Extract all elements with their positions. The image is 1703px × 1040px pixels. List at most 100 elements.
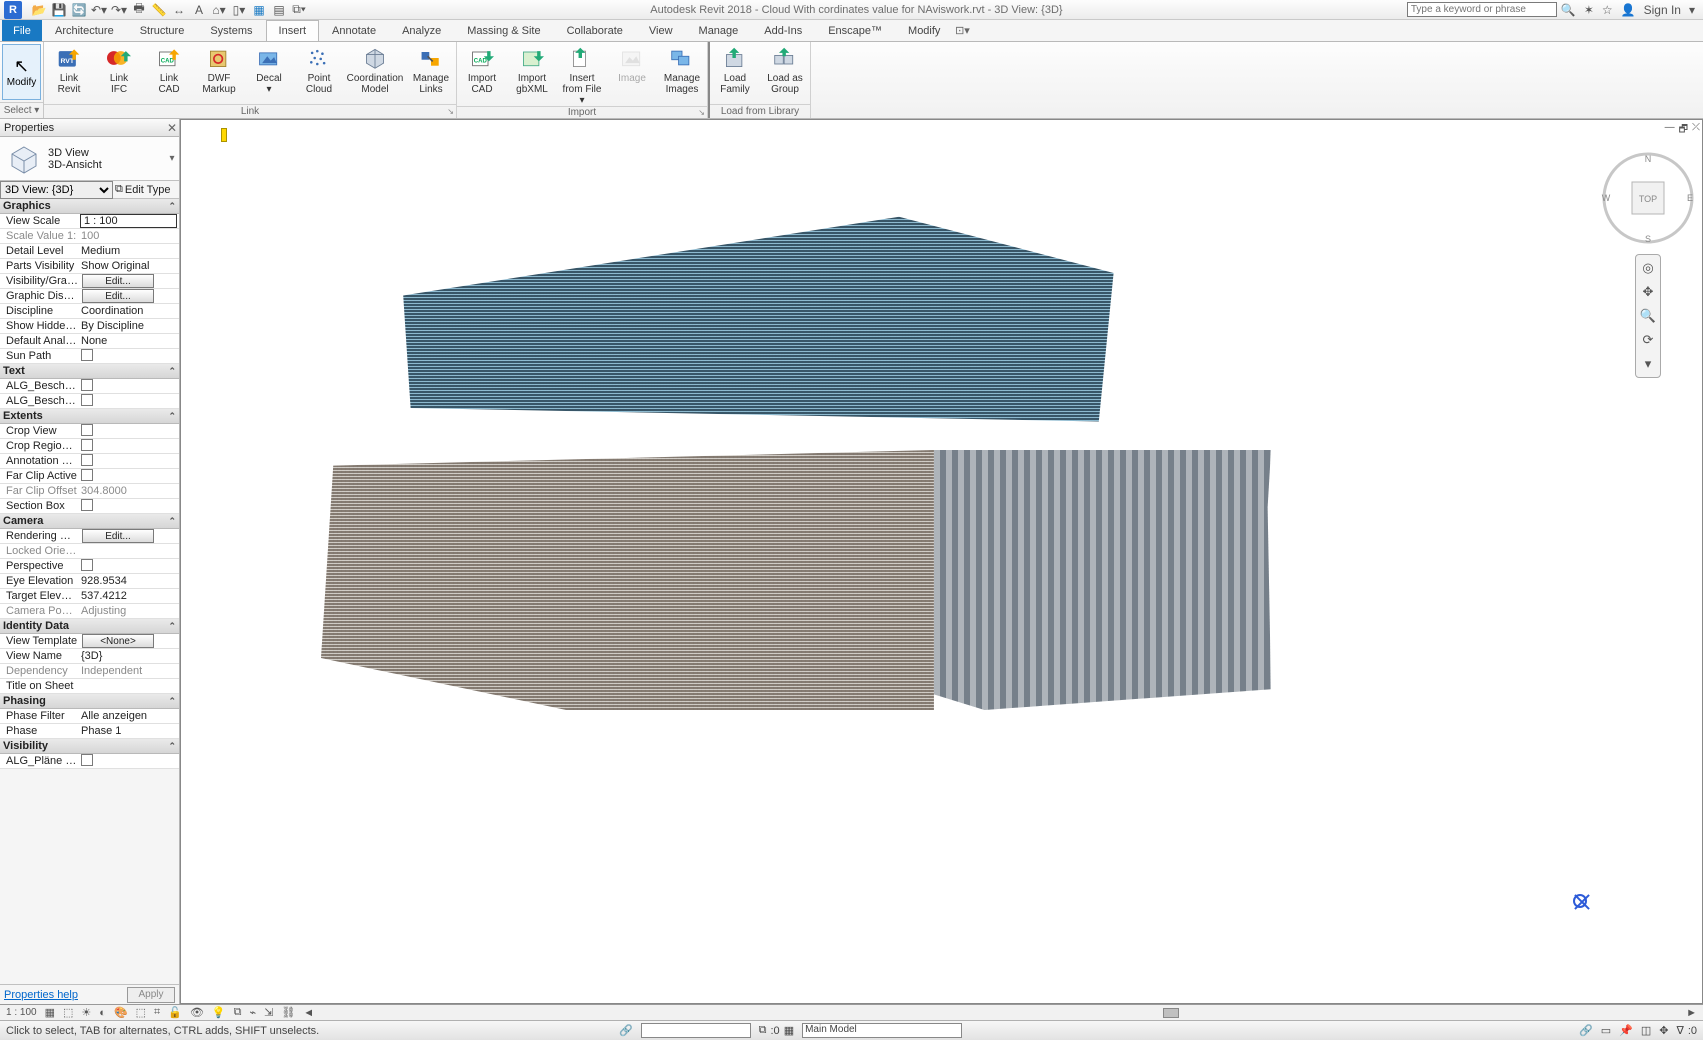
highlight-displacement-icon[interactable]: ⇲ (264, 1006, 273, 1019)
select-pinned-icon[interactable]: 📌 (1619, 1024, 1633, 1037)
horizontal-scrollbar[interactable] (322, 1008, 1678, 1018)
worksharing-display-icon[interactable]: ⧉ (234, 1006, 242, 1019)
decal-button[interactable]: Decal ▾ (244, 45, 294, 95)
help-dropdown-icon[interactable]: ▾ (1689, 3, 1695, 17)
link-dialog-launcher-icon[interactable]: ↘ (447, 107, 454, 116)
sun-path-checkbox[interactable] (81, 349, 93, 361)
crop-view-icon[interactable]: ⬚ (136, 1006, 146, 1019)
target-elevation-value[interactable]: 537.4212 (78, 590, 179, 602)
instance-filter-select[interactable]: 3D View: {3D} (0, 181, 113, 199)
view-template-button[interactable]: <None> (82, 634, 154, 648)
close-icon[interactable]: ✕ (167, 121, 177, 135)
filter-icon[interactable]: ∇ (1676, 1024, 1683, 1037)
drag-elements-icon[interactable]: ✥ (1659, 1024, 1668, 1037)
save-icon[interactable]: 💾 (52, 3, 66, 17)
temporary-hide-icon[interactable]: 👁 (190, 1006, 204, 1019)
alg1-checkbox[interactable] (81, 379, 93, 391)
tab-options-icon[interactable]: ⊡▾ (953, 20, 971, 41)
alg-plans-checkbox[interactable] (81, 754, 93, 766)
phase-value[interactable]: Phase 1 (78, 725, 179, 737)
unlocked-3d-icon[interactable]: 🔓 (168, 1006, 182, 1019)
manage-images-button[interactable]: Manage Images (657, 45, 707, 95)
view-scrollbar-right-icon[interactable]: ► (1686, 1007, 1697, 1019)
print-icon[interactable]: 🖶 (132, 3, 146, 17)
tab-structure[interactable]: Structure (127, 20, 198, 41)
group-camera[interactable]: Camera⌃ (0, 514, 179, 529)
app-logo-icon[interactable]: R (4, 1, 22, 19)
section-box-checkbox[interactable] (81, 499, 93, 511)
model-groups-icon[interactable]: ▦ (784, 1024, 794, 1037)
sync-icon[interactable]: 🔄 (72, 3, 86, 17)
vg-edit-button[interactable]: Edit... (82, 274, 154, 288)
edit-type-button[interactable]: ⧉Edit Type (113, 181, 179, 198)
point-cloud-button[interactable]: Point Cloud (294, 45, 344, 95)
tab-collaborate[interactable]: Collaborate (554, 20, 636, 41)
properties-body[interactable]: Graphics⌃ View Scale1 : 100 Scale Value … (0, 199, 179, 984)
tab-enscape[interactable]: Enscape™ (815, 20, 895, 41)
undo-icon[interactable]: ↶▾ (92, 3, 106, 17)
help-search-input[interactable] (1407, 2, 1557, 17)
graphic-display-edit-button[interactable]: Edit... (82, 289, 154, 303)
link-cad-button[interactable]: CADLink CAD (144, 45, 194, 95)
infocenter-icon[interactable]: 🔍 (1561, 3, 1576, 17)
import-dialog-launcher-icon[interactable]: ↘ (698, 108, 705, 117)
tab-addins[interactable]: Add-Ins (751, 20, 815, 41)
alg2-checkbox[interactable] (81, 394, 93, 406)
perspective-checkbox[interactable] (81, 559, 93, 571)
eye-elevation-value[interactable]: 928.9534 (78, 575, 179, 587)
model-select[interactable]: Main Model (802, 1023, 962, 1038)
link-ifc-button[interactable]: Link IFC (94, 45, 144, 95)
viewcube-e[interactable]: E (1687, 193, 1693, 203)
section-icon[interactable]: ▯▾ (232, 3, 246, 17)
manage-links-button[interactable]: Manage Links (406, 45, 456, 95)
worksets-icon[interactable]: 🔗 (619, 1024, 633, 1037)
properties-help-link[interactable]: Properties help (4, 989, 78, 1001)
scrollbar-thumb[interactable] (1163, 1008, 1179, 1018)
view-scale-value[interactable]: 1 : 100 (80, 214, 177, 228)
tab-insert[interactable]: Insert (266, 20, 320, 41)
3d-icon[interactable]: ⌂▾ (212, 3, 226, 17)
scale-label[interactable]: 1 : 100 (6, 1007, 37, 1018)
point-cloud-upper[interactable] (381, 210, 1121, 435)
crop-view-checkbox[interactable] (81, 424, 93, 436)
show-hidden-value[interactable]: By Discipline (78, 320, 179, 332)
tab-analyze[interactable]: Analyze (389, 20, 454, 41)
measure-icon[interactable]: 📏 (152, 3, 166, 17)
tab-architecture[interactable]: Architecture (42, 20, 127, 41)
dwf-markup-button[interactable]: DWF Markup (194, 45, 244, 95)
apply-button[interactable]: Apply (127, 987, 175, 1003)
open-icon[interactable]: 📂 (32, 3, 46, 17)
select-panel-label[interactable]: Select ▾ (0, 102, 43, 118)
zoom-icon[interactable]: 🔍 (1638, 306, 1658, 326)
text-icon[interactable]: A (192, 3, 206, 17)
reveal-constraints-icon[interactable]: ⛓ (281, 1006, 295, 1019)
group-visibility[interactable]: Visibility⌃ (0, 739, 179, 754)
reveal-hidden-icon[interactable]: 💡 (212, 1006, 226, 1019)
tab-view[interactable]: View (636, 20, 686, 41)
close-view-icon[interactable]: ⤫ (1692, 122, 1700, 139)
pan-icon[interactable]: ✥ (1638, 282, 1658, 302)
thin-lines-icon[interactable]: ▦ (252, 3, 266, 17)
view-cube[interactable]: N S W E TOP (1600, 150, 1696, 246)
viewcube-w[interactable]: W (1602, 193, 1611, 203)
crop-region-visible-icon[interactable]: ⌗ (154, 1006, 160, 1019)
minimize-view-icon[interactable]: — (1665, 122, 1675, 139)
chevron-down-icon[interactable]: ▾ (165, 137, 179, 180)
import-cad-button[interactable]: CADImport CAD (457, 45, 507, 95)
sign-in-link[interactable]: Sign In (1644, 3, 1681, 17)
subscribe-icon[interactable]: ✶ (1584, 3, 1594, 17)
viewcube-n[interactable]: N (1645, 154, 1652, 164)
select-face-icon[interactable]: ◫ (1641, 1024, 1651, 1037)
tab-modify[interactable]: Modify (895, 20, 953, 41)
design-options-icon[interactable]: ⧉ (759, 1024, 767, 1037)
group-extents[interactable]: Extents⌃ (0, 409, 179, 424)
point-cloud-lower[interactable] (321, 450, 1271, 710)
group-text[interactable]: Text⌃ (0, 364, 179, 379)
viewcube-s[interactable]: S (1645, 234, 1651, 244)
close-views-icon[interactable]: ▤ (272, 3, 286, 17)
phase-filter-value[interactable]: Alle anzeigen (78, 710, 179, 722)
sun-path-icon[interactable]: ☀ (81, 1006, 91, 1019)
modify-tool-button[interactable]: ↖ Modify (2, 44, 41, 100)
user-icon[interactable]: 👤 (1621, 3, 1636, 17)
type-selector[interactable]: 3D View3D-Ansicht ▾ (0, 137, 179, 181)
